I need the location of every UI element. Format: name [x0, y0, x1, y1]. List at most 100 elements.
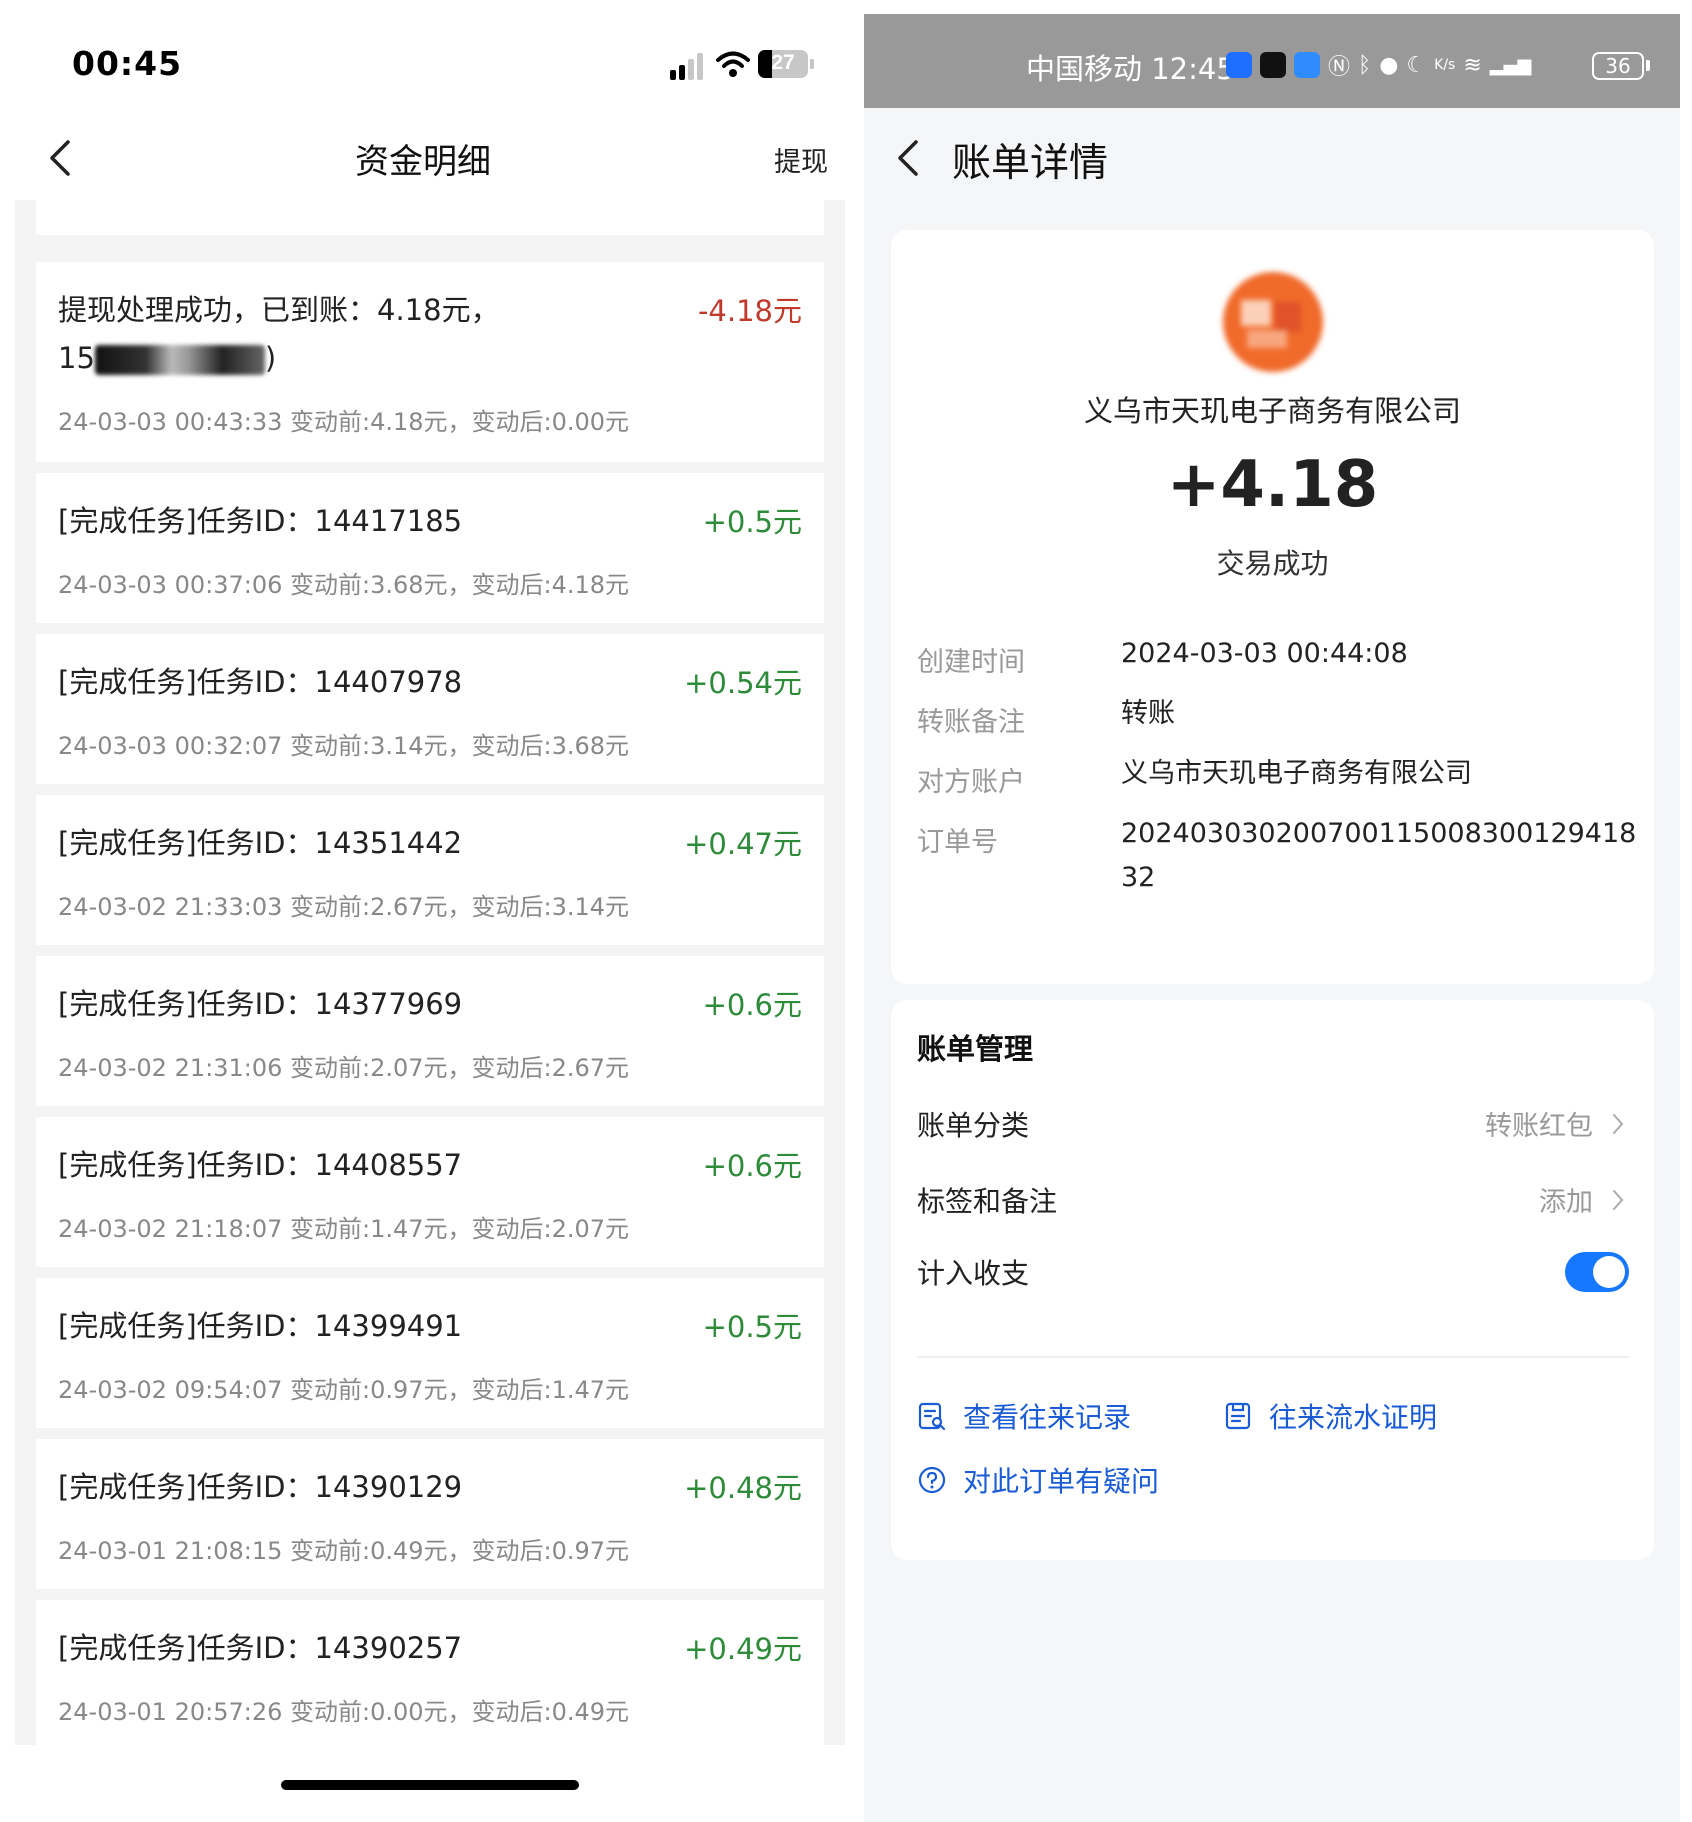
list-item[interactable]: [完成任务]任务ID：14390129 +0.48元 24-03-01 21:0… [36, 1439, 824, 1589]
back-arrow-icon[interactable] [894, 138, 924, 178]
signal-4g-icon: ▂▄▆ [1489, 54, 1532, 76]
record-meta: 24-03-02 21:18:07 变动前:1.47元，变动后:2.07元 [58, 1215, 630, 1243]
tiktok-icon [1260, 52, 1286, 78]
list-item[interactable]: [完成任务]任务ID：14390257 +0.49元 24-03-01 20:5… [36, 1600, 824, 1745]
withdraw-button[interactable]: 提现 [774, 140, 828, 179]
list-item[interactable]: [完成任务]任务ID：14407978 +0.54元 24-03-03 00:3… [36, 634, 824, 784]
view-history-link[interactable]: 查看往来记录 [917, 1396, 1131, 1436]
status-icons: Ⓝ ᛒ ● ☾ K/s ≋ ▂▄▆ [1226, 50, 1531, 80]
record-amount: +0.49元 [684, 1632, 802, 1666]
section-title: 账单管理 [917, 1032, 1034, 1066]
record-description: [完成任务]任务ID：14417185 [58, 504, 463, 538]
record-amount: +0.5元 [702, 505, 802, 539]
transaction-status: 交易成功 [1216, 547, 1329, 580]
detail-key: 创建时间 [917, 647, 1025, 678]
redacted-account [94, 345, 265, 375]
record-meta: 24-03-01 21:08:15 变动前:0.49元，变动后:0.97元 [58, 1537, 630, 1565]
network-speed-icon: K/s [1434, 57, 1456, 73]
tags-notes-value: 添加 [1539, 1187, 1593, 1218]
merchant-logo [1223, 272, 1323, 372]
record-desc-line1: 提现处理成功，已到账：4.18元， [58, 293, 500, 327]
bill-detail-screen: 中国移动 12:45 Ⓝ ᛒ ● ☾ K/s ≋ ▂▄▆ 36 账单详情 义乌市… [864, 14, 1680, 1822]
page-title: 账单详情 [952, 141, 1109, 186]
record-amount: +0.6元 [702, 1149, 802, 1183]
list-item[interactable]: [完成任务]任务ID：14377969 +0.6元 24-03-02 21:31… [36, 956, 824, 1106]
document-proof-icon [1225, 1402, 1251, 1430]
include-in-stats-label: 计入收支 [917, 1257, 1030, 1290]
list-item-partial [36, 200, 824, 235]
chat-app-icon [1294, 52, 1320, 78]
bill-management-card: 账单管理 账单分类 转账红包 标签和备注 添加 计入收支 查看往来记录 往来流水… [891, 1000, 1654, 1560]
list-item[interactable]: [完成任务]任务ID：14417185 +0.5元 24-03-03 00:37… [36, 473, 824, 623]
bill-category-row[interactable]: 账单分类 转账红包 [917, 1094, 1629, 1154]
record-meta: 24-03-01 20:57:26 变动前:0.00元，变动后:0.49元 [58, 1698, 630, 1726]
battery-level: 27 [771, 51, 795, 74]
status-time: 00:45 [72, 44, 183, 83]
order-question-link[interactable]: 对此订单有疑问 [917, 1460, 1159, 1500]
record-description: [完成任务]任务ID：14408557 [58, 1148, 463, 1182]
record-meta: 24-03-02 09:54:07 变动前:0.97元，变动后:1.47元 [58, 1376, 630, 1404]
detail-key: 订单号 [917, 827, 998, 858]
tags-notes-row[interactable]: 标签和备注 添加 [917, 1170, 1629, 1230]
chevron-right-icon [1613, 1114, 1624, 1134]
wifi-icon [716, 51, 750, 77]
carrier-time: 中国移动 12:45 [1026, 52, 1235, 86]
record-amount: +0.54元 [684, 666, 802, 700]
record-amount: +0.6元 [702, 988, 802, 1022]
bill-category-value: 转账红包 [1485, 1111, 1593, 1142]
wifi-icon: ≋ [1463, 52, 1482, 78]
order-question-label: 对此订单有疑问 [963, 1465, 1160, 1498]
status-bar: 00:45 27 [0, 0, 846, 110]
record-amount: +0.5元 [702, 1310, 802, 1344]
order-number-value[interactable]: 20240303020070011500830012941832 [1121, 812, 1641, 900]
record-amount: +0.47元 [684, 827, 802, 861]
page-title: 资金明细 [355, 142, 491, 182]
record-description: [完成任务]任务ID：14390257 [58, 1631, 463, 1665]
record-meta: 24-03-02 21:31:06 变动前:2.07元，变动后:2.67元 [58, 1054, 630, 1082]
transaction-proof-link[interactable]: 往来流水证明 [1223, 1396, 1437, 1436]
list-item[interactable]: [完成任务]任务ID：14351442 +0.47元 24-03-02 21:3… [36, 795, 824, 945]
transaction-summary-card: 义乌市天玑电子商务有限公司 +4.18 交易成功 创建时间 2024-03-03… [891, 230, 1654, 984]
tags-notes-label: 标签和备注 [917, 1185, 1058, 1218]
record-meta: 24-03-03 00:43:33 变动前:4.18元，变动后:0.00元 [58, 408, 630, 436]
bluetooth-icon: ᛒ [1358, 52, 1372, 78]
record-amount: -4.18元 [697, 294, 802, 328]
cellular-signal-icon [670, 52, 706, 80]
record-description: [完成任务]任务ID：14399491 [58, 1309, 463, 1343]
record-amount: +0.48元 [684, 1471, 802, 1505]
record-description: [完成任务]任务ID：14377969 [58, 987, 463, 1021]
transaction-proof-label: 往来流水证明 [1269, 1401, 1438, 1434]
record-desc-line2: 15) [58, 334, 678, 382]
list-item[interactable]: [完成任务]任务ID：14408557 +0.6元 24-03-02 21:18… [36, 1117, 824, 1267]
nav-bar: 资金明细 提现 [0, 110, 846, 200]
view-history-label: 查看往来记录 [963, 1401, 1132, 1434]
battery-tip [810, 59, 814, 69]
detail-value: 转账 [1121, 698, 1175, 729]
record-desc-prefix: 15 [58, 341, 95, 375]
question-circle-icon [918, 1466, 946, 1494]
include-in-stats-row: 计入收支 [917, 1242, 1629, 1302]
location-icon: ● [1379, 52, 1399, 78]
battery-tip [1646, 60, 1650, 71]
chevron-right-icon [1613, 1190, 1624, 1210]
list-item[interactable]: 提现处理成功，已到账：4.18元， 15) -4.18元 24-03-03 00… [36, 262, 824, 462]
nfc-icon: Ⓝ [1328, 55, 1351, 80]
home-indicator[interactable] [281, 1780, 579, 1790]
divider [917, 1356, 1629, 1358]
battery-icon: 36 [1592, 52, 1644, 80]
moon-icon: ☾ [1406, 52, 1427, 78]
record-meta: 24-03-03 00:32:07 变动前:3.14元，变动后:3.68元 [58, 732, 630, 760]
merchant-name: 义乌市天玑电子商务有限公司 [1083, 394, 1461, 428]
include-in-stats-toggle[interactable] [1565, 1252, 1629, 1292]
list-item[interactable]: [完成任务]任务ID：14399491 +0.5元 24-03-02 09:54… [36, 1278, 824, 1428]
detail-key: 对方账户 [917, 767, 1025, 798]
record-description: [完成任务]任务ID：14351442 [58, 826, 463, 860]
bill-category-label: 账单分类 [917, 1109, 1030, 1142]
record-description: 提现处理成功，已到账：4.18元， 15) [58, 286, 678, 382]
fund-details-screen: 00:45 27 资金明细 提现 提现处理成功，已到账：4.18元， 15) … [0, 0, 846, 1822]
record-meta: 24-03-02 21:33:03 变动前:2.67元，变动后:3.14元 [58, 893, 630, 921]
transaction-list[interactable]: 提现处理成功，已到账：4.18元， 15) -4.18元 24-03-03 00… [15, 200, 845, 1745]
transaction-amount: +4.18 [1166, 448, 1379, 522]
detail-value: 义乌市天玑电子商务有限公司 [1121, 758, 1472, 789]
battery-icon: 27 [758, 50, 808, 78]
